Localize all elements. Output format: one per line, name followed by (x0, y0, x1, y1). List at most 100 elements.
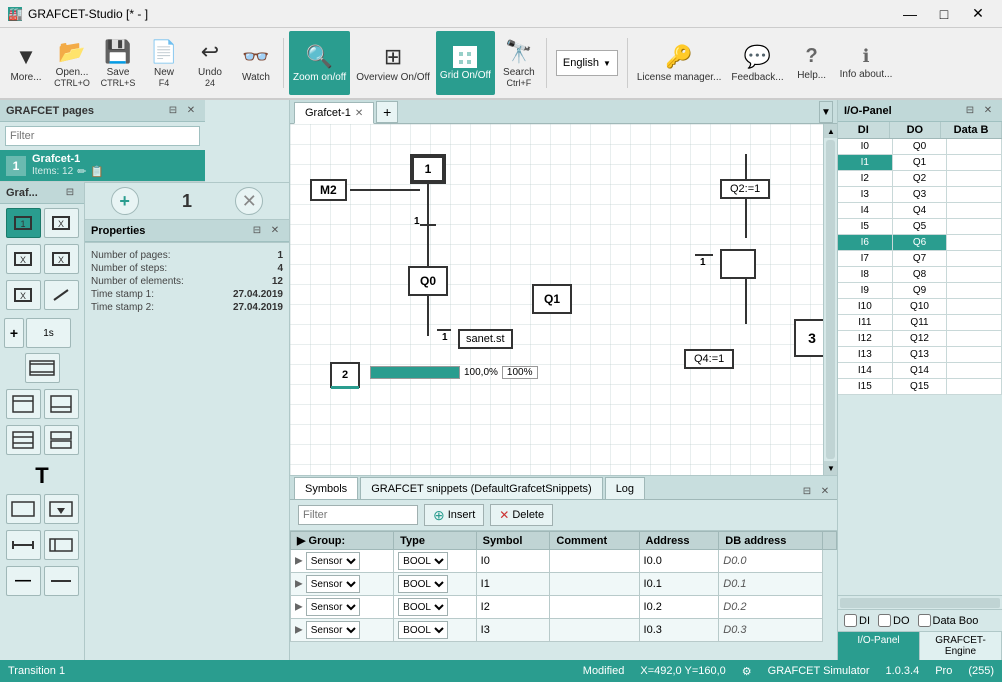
io-panel-tab[interactable]: I/O-Panel (838, 632, 920, 660)
log-tab[interactable]: Log (605, 477, 645, 499)
io-q6[interactable]: Q6 (893, 235, 948, 250)
minimize-button[interactable]: — (894, 2, 926, 26)
tool-x-btn[interactable]: X (6, 244, 41, 274)
tool-plus-btn[interactable]: + (4, 318, 24, 348)
io-i10[interactable]: I10 (838, 299, 893, 314)
undo-button[interactable]: ↩ Undo 24 (188, 31, 232, 95)
zoom-button[interactable]: 🔍 Zoom on/off (289, 31, 350, 95)
sym-i0-group-select[interactable]: Sensor (306, 552, 360, 570)
grafcet-engine-tab[interactable]: GRAFCET-Engine (920, 632, 1002, 660)
expand-icon-i1[interactable]: ▶ (295, 579, 303, 590)
io-close-btn[interactable]: ✕ (980, 103, 996, 119)
watch-button[interactable]: 👓 Watch (234, 31, 278, 95)
q1-step[interactable]: Q1 (532, 284, 572, 314)
tab-close-button[interactable]: ✕ (355, 108, 363, 119)
tool-x3-btn[interactable]: X (6, 280, 41, 310)
remove-page-button[interactable]: ✕ (235, 187, 263, 215)
sym-i3-type-select[interactable]: BOOL (398, 621, 448, 639)
io-q15[interactable]: Q15 (893, 379, 948, 394)
tool-step-x-btn[interactable]: X (44, 208, 79, 238)
canvas-tab-grafcet1[interactable]: Grafcet-1 ✕ (294, 102, 374, 124)
tool-minus-btn[interactable]: — (6, 566, 41, 596)
io-i2[interactable]: I2 (838, 171, 893, 186)
insert-symbol-button[interactable]: ⊕ Insert (424, 504, 484, 526)
do-checkbox-input[interactable] (878, 614, 891, 627)
tool-trans3-btn[interactable] (6, 425, 41, 455)
io-i11[interactable]: I11 (838, 315, 893, 330)
search-button[interactable]: 🔭 Search Ctrl+F (497, 31, 541, 95)
tool-time-btn[interactable]: 1s (26, 318, 71, 348)
symbol-row-i2[interactable]: ▶ Sensor BOOL I2 I0.2 D0.2 (291, 596, 837, 619)
sym-i2-type-select[interactable]: BOOL (398, 598, 448, 616)
panel-close-button[interactable]: ✕ (183, 103, 199, 119)
more-button[interactable]: ▼ More... (4, 31, 48, 95)
text-tool-btn[interactable]: T (4, 461, 80, 491)
tool-conn-btn[interactable] (6, 530, 41, 560)
tool-x2-btn[interactable]: X (44, 244, 79, 274)
symbol-row-i0[interactable]: ▶ Sensor BOOL I0 I0.0 D0.0 (291, 550, 837, 573)
io-horizontal-scrollbar[interactable] (838, 595, 1002, 609)
canvas-menu-button[interactable]: ▼ (819, 101, 833, 123)
io-q13[interactable]: Q13 (893, 347, 948, 362)
canvas[interactable]: 1 M2 1 Q0 (290, 124, 837, 475)
symbol-row-i3[interactable]: ▶ Sensor BOOL I3 I0.3 D0.3 (291, 619, 837, 642)
io-q10[interactable]: Q10 (893, 299, 948, 314)
tool-trans4-btn[interactable] (44, 425, 79, 455)
di-checkbox-input[interactable] (844, 614, 857, 627)
tool-io-btn[interactable] (44, 530, 79, 560)
tool-rect-btn[interactable] (6, 494, 41, 524)
io-q5[interactable]: Q5 (893, 219, 948, 234)
io-q14[interactable]: Q14 (893, 363, 948, 378)
io-q7[interactable]: Q7 (893, 251, 948, 266)
symbol-row-i1[interactable]: ▶ Sensor BOOL I1 I0.1 D0.1 (291, 573, 837, 596)
symbols-tab[interactable]: Symbols (294, 477, 358, 499)
tool-step-btn[interactable]: 1 (6, 208, 41, 238)
info-button[interactable]: ℹ Info about... (836, 31, 897, 95)
databoo-checkbox-input[interactable] (918, 614, 931, 627)
new-button[interactable]: 📄 New F4 (142, 31, 186, 95)
sanet-action[interactable]: sanet.st (458, 329, 513, 349)
q4-action[interactable]: Q4:=1 (684, 349, 734, 369)
io-q0[interactable]: Q0 (893, 139, 948, 154)
io-i0[interactable]: I0 (838, 139, 893, 154)
tool-trans1-btn[interactable] (6, 389, 41, 419)
io-q4[interactable]: Q4 (893, 203, 948, 218)
help-button[interactable]: ? Help... (790, 31, 834, 95)
grafcet-filter-input[interactable] (5, 126, 200, 146)
io-q1[interactable]: Q1 (893, 155, 948, 170)
tool-down-btn[interactable] (44, 494, 79, 524)
sym-i3-group-select[interactable]: Sensor (306, 621, 360, 639)
language-selector[interactable]: English ▼ (556, 50, 618, 76)
delete-symbol-button[interactable]: ✕ Delete (490, 504, 553, 526)
io-i14[interactable]: I14 (838, 363, 893, 378)
add-page-button[interactable]: + (111, 187, 139, 215)
checkbox-di[interactable]: DI (844, 614, 870, 627)
io-i15[interactable]: I15 (838, 379, 893, 394)
maximize-button[interactable]: □ (928, 2, 960, 26)
initial-step[interactable]: 1 (410, 154, 446, 184)
symbols-filter-input[interactable] (298, 505, 418, 525)
io-q11[interactable]: Q11 (893, 315, 948, 330)
tool-line-btn[interactable] (44, 566, 79, 596)
io-i3[interactable]: I3 (838, 187, 893, 202)
overview-button[interactable]: ⊞ Overview On/Off (352, 31, 434, 95)
io-i8[interactable]: I8 (838, 267, 893, 282)
sym-i2-group-select[interactable]: Sensor (306, 598, 360, 616)
io-q12[interactable]: Q12 (893, 331, 948, 346)
sym-i1-type-select[interactable]: BOOL (398, 575, 448, 593)
io-i12[interactable]: I12 (838, 331, 893, 346)
tool-panel-float[interactable]: ⊟ (62, 185, 78, 201)
close-button[interactable]: ✕ (962, 2, 994, 26)
q2-action[interactable]: Q2:=1 (720, 179, 770, 199)
panel-float-button[interactable]: ⊟ (165, 103, 181, 119)
io-i7[interactable]: I7 (838, 251, 893, 266)
license-button[interactable]: 🔑 License manager... (633, 31, 726, 95)
tool-trans2-btn[interactable] (44, 389, 79, 419)
save-button[interactable]: 💾 Save CTRL+S (96, 31, 140, 95)
snippets-tab[interactable]: GRAFCET snippets (DefaultGrafcetSnippets… (360, 477, 603, 499)
sym-i1-group-select[interactable]: Sensor (306, 575, 360, 593)
io-q2[interactable]: Q2 (893, 171, 948, 186)
checkbox-data-boo[interactable]: Data Boo (918, 614, 979, 627)
feedback-button[interactable]: 💬 Feedback... (727, 31, 787, 95)
io-q3[interactable]: Q3 (893, 187, 948, 202)
